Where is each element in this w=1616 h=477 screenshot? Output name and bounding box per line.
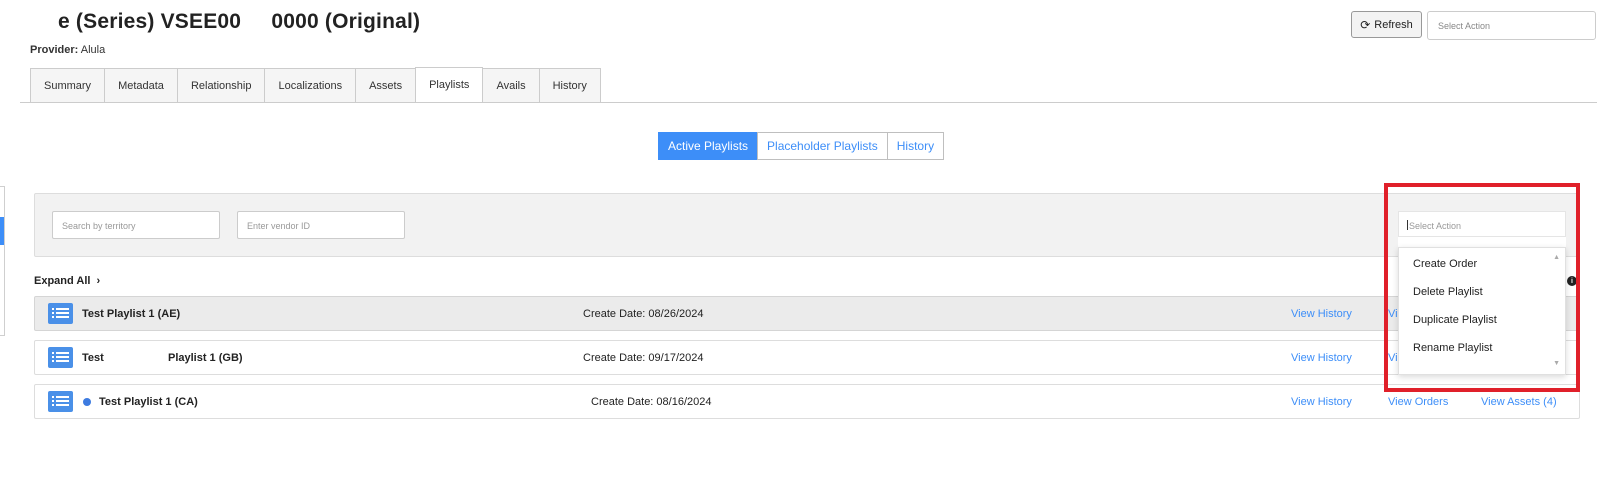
subtab-placeholder-playlists[interactable]: Placeholder Playlists: [757, 132, 888, 160]
view-assets-link[interactable]: View Assets (4): [1481, 396, 1557, 408]
playlist-name: Test Playlist 1 (GB): [82, 352, 243, 364]
view-history-link[interactable]: View History: [1291, 352, 1352, 364]
view-history-link[interactable]: View History: [1291, 308, 1352, 320]
playlist-icon: [48, 347, 73, 368]
refresh-icon: ⟳: [1360, 17, 1371, 32]
refresh-button[interactable]: ⟳ Refresh: [1351, 11, 1422, 38]
highlight-annotation-box: [1384, 183, 1580, 392]
playlist-row[interactable]: Test Playlist 1 (AE) Create Date: 08/26/…: [34, 296, 1580, 331]
subtab-history[interactable]: History: [886, 132, 945, 160]
playlist-create-date: Create Date: 08/16/2024: [591, 396, 712, 408]
provider-value: Alula: [80, 44, 106, 56]
left-panel-edge: [0, 186, 5, 336]
top-action-select[interactable]: Select Action: [1427, 11, 1596, 40]
tab-metadata[interactable]: Metadata: [104, 68, 178, 102]
playlist-create-date: Create Date: 09/17/2024: [583, 352, 704, 364]
tab-relationship[interactable]: Relationship: [176, 68, 266, 102]
tab-bar-divider: [20, 102, 1597, 103]
status-dot-icon: [83, 398, 91, 406]
playlist-create-date: Create Date: 08/26/2024: [583, 308, 704, 320]
vendor-id-input[interactable]: Enter vendor ID: [237, 211, 405, 239]
chevron-right-icon: ›: [93, 275, 101, 287]
tab-assets[interactable]: Assets: [355, 68, 417, 102]
left-panel-active-indicator: [0, 217, 4, 245]
subtab-active-playlists[interactable]: Active Playlists: [658, 132, 759, 160]
tab-summary[interactable]: Summary: [30, 68, 106, 102]
playlist-name: Test Playlist 1 (CA): [99, 396, 198, 408]
expand-all-toggle[interactable]: Expand All ›: [34, 275, 100, 287]
tab-history[interactable]: History: [538, 68, 601, 102]
page-title: e (Series) VSEE00 0000 (Original): [58, 10, 421, 33]
provider-info: Provider: Alula: [30, 44, 105, 56]
tab-avails[interactable]: Avails: [482, 68, 540, 102]
playlist-subtabs: Active Playlists Placeholder Playlists H…: [658, 132, 945, 160]
playlist-row[interactable]: Test Playlist 1 (GB) Create Date: 09/17/…: [34, 340, 1580, 375]
view-history-link[interactable]: View History: [1291, 396, 1352, 408]
provider-label: Provider:: [30, 44, 79, 56]
tab-localizations[interactable]: Localizations: [264, 68, 357, 102]
territory-search-input[interactable]: Search by territory: [52, 211, 220, 239]
tab-playlists[interactable]: Playlists: [415, 67, 484, 102]
refresh-label: Refresh: [1374, 18, 1413, 31]
tab-bar: Summary Metadata Relationship Localizati…: [30, 67, 601, 102]
playlist-name: Test Playlist 1 (AE): [82, 308, 181, 320]
filter-bar: Search by territory Enter vendor ID: [34, 193, 1580, 257]
expand-all-label: Expand All: [34, 275, 91, 287]
view-orders-link[interactable]: View Orders: [1388, 396, 1448, 408]
playlist-row[interactable]: Test Playlist 1 (CA) Create Date: 08/16/…: [34, 384, 1580, 419]
playlist-icon: [48, 303, 73, 324]
playlist-icon: [48, 391, 73, 412]
